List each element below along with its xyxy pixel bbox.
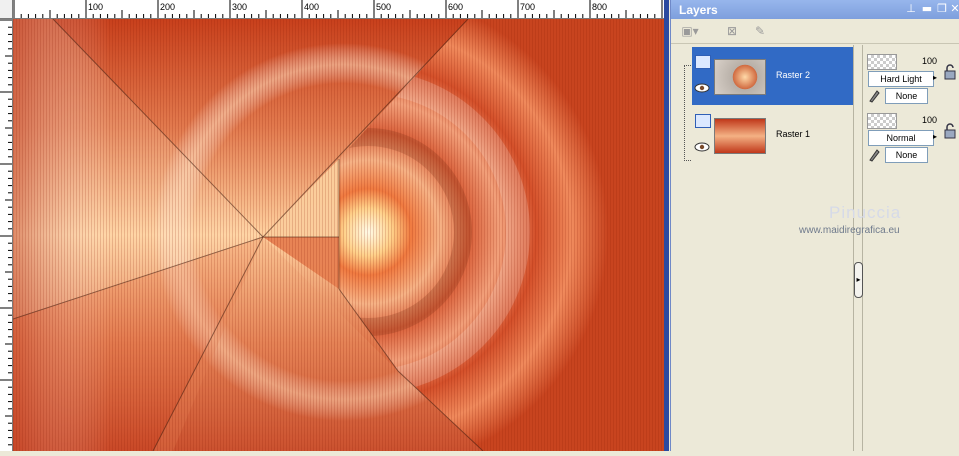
layer-props-raster-1: 100 Normal ▸ None [865,108,959,166]
canvas-scroll-edge[interactable] [664,0,669,451]
ruler-label: 100 [88,2,104,12]
horizontal-ruler: 100 200 300 400 500 600 700 800 [0,0,664,19]
raster-layer-icon [695,55,711,69]
raster-layer-icon [695,114,711,128]
visibility-eye-icon[interactable] [694,83,710,93]
ruler-label: 500 [376,2,392,12]
mask-brush-icon[interactable] [868,87,882,103]
palette-toolbar: ▣▾ ⊠ ✎ [671,19,959,44]
layer-properties-panel: 100 Hard Light ▸ None 100 Normal ▸ None [865,45,959,451]
layer-thumbnail [714,59,766,95]
ruler-corner [0,0,13,19]
lock-icon[interactable] [943,63,957,81]
ruler-label: 200 [160,2,176,12]
close-icon[interactable]: ✕ [948,2,959,16]
opacity-value[interactable]: 100 [897,113,937,127]
opacity-swatch [867,54,897,70]
blend-mode-arrow-icon[interactable]: ▸ [933,71,941,85]
ruler-label: 600 [448,2,464,12]
lock-icon[interactable] [943,122,957,140]
ruler-label: 400 [304,2,320,12]
ruler-label: 300 [232,2,248,12]
layer-props-raster-2: 100 Hard Light ▸ None [865,49,959,107]
ruler-label: 800 [592,2,608,12]
mask-field[interactable]: None [885,88,928,104]
collapse-arrow-icon[interactable]: ▸ [854,262,863,298]
layer-thumbnail [714,118,766,154]
blend-mode-select[interactable]: Hard Light [868,71,934,87]
blend-mode-arrow-icon[interactable]: ▸ [933,130,941,144]
watermark-name: Pinuccia [829,203,902,222]
image-canvas[interactable] [13,19,664,451]
blend-mode-select[interactable]: Normal [868,130,934,146]
layer-row-raster-2[interactable]: Raster 2 [692,47,853,105]
layer-name: Raster 1 [776,129,811,139]
layer-properties-icon[interactable]: ✎ [749,22,771,40]
opacity-value[interactable]: 100 [897,54,937,68]
layers-list: Raster 2 Raster 1 [682,45,853,451]
ruler-label: 700 [520,2,536,12]
layer-row-raster-1[interactable]: Raster 1 [692,106,853,164]
mask-brush-icon[interactable] [868,146,882,162]
palette-splitter[interactable] [853,45,863,451]
vertical-ruler [0,18,13,451]
layer-group-bracket [684,65,691,161]
restore-icon[interactable]: ❐ [935,2,949,16]
minimize-icon[interactable]: ▬ [920,2,934,16]
palette-title: Layers [679,3,718,17]
new-layer-icon[interactable]: ▣▾ [679,22,701,40]
delete-layer-icon[interactable]: ⊠ [721,22,743,40]
canvas-artwork [13,19,664,451]
watermark-url: www.maidiregrafica.eu [799,225,900,236]
vertical-ruler-ticks [0,19,12,446]
mask-field[interactable]: None [885,147,928,163]
pin-icon[interactable]: ⊥ [904,2,918,16]
palette-title-bar[interactable]: Layers ⊥ ▬ ❐ ✕ [671,0,959,19]
visibility-eye-icon[interactable] [694,142,710,152]
layer-name: Raster 2 [776,70,811,80]
opacity-swatch [867,113,897,129]
